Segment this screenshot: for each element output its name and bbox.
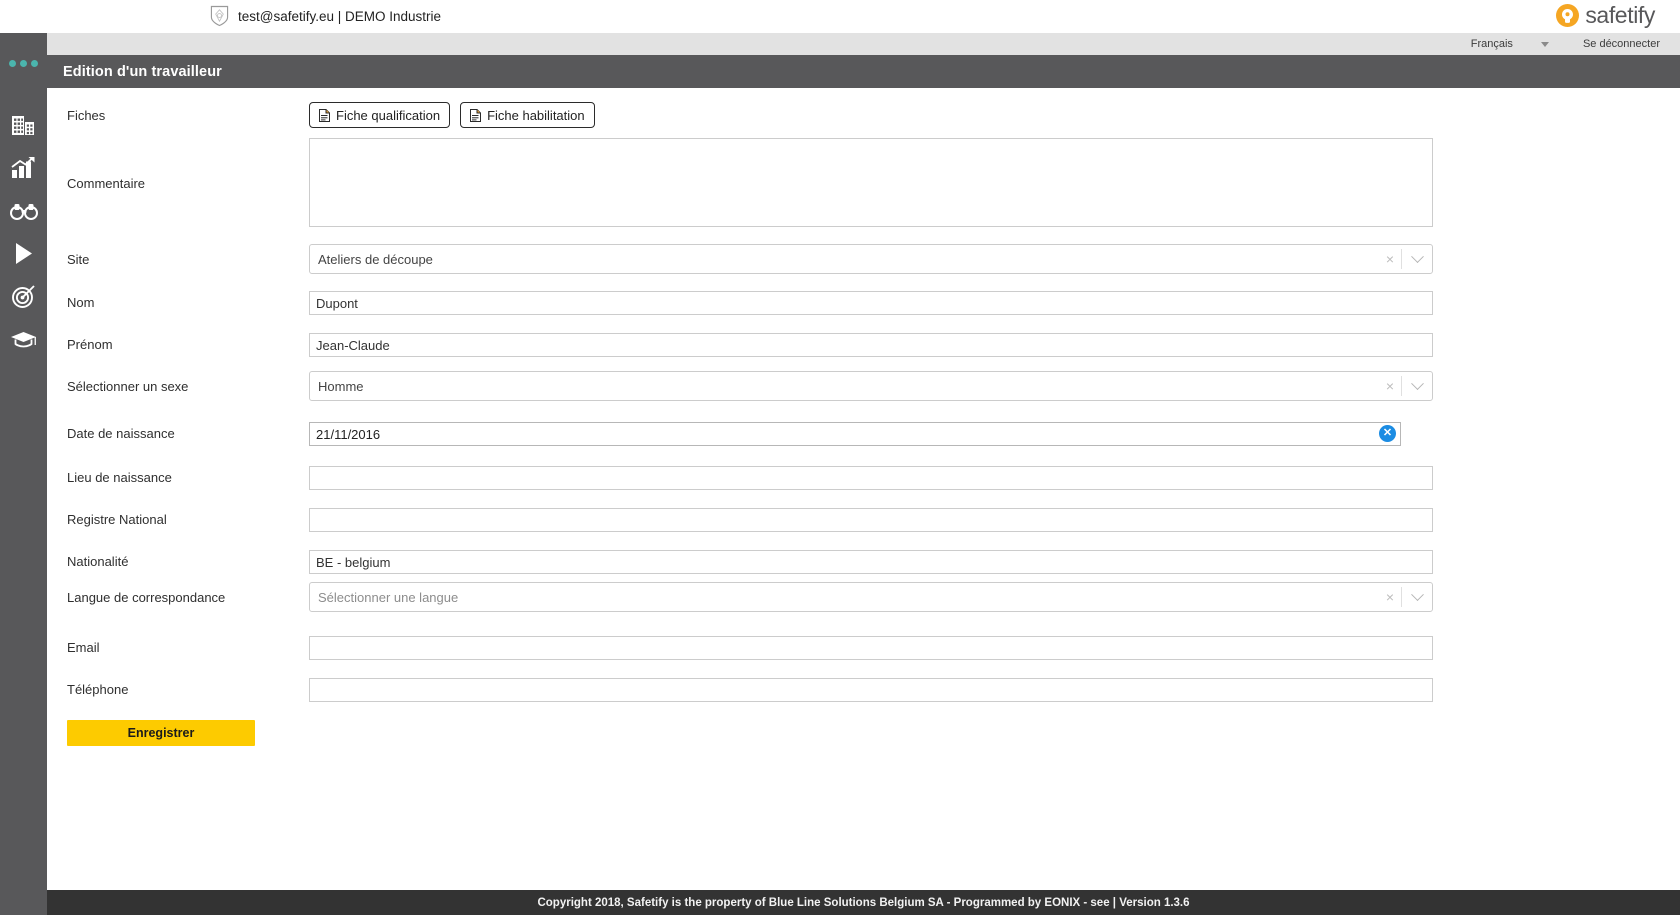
label-registre-national: Registre National <box>67 512 167 527</box>
label-site: Site <box>67 252 90 267</box>
binoculars-icon <box>9 202 38 220</box>
chevron-down-icon[interactable] <box>1402 587 1432 602</box>
bar-chart-up-icon <box>10 156 37 179</box>
label-fiches: Fiches <box>67 108 106 123</box>
sidebar-item-objectives[interactable] <box>0 275 47 318</box>
play-icon <box>14 242 34 265</box>
fiche-habilitation-button[interactable]: Fiche habilitation <box>460 102 595 128</box>
label-email: Email <box>67 640 100 655</box>
label-lieu-naissance: Lieu de naissance <box>67 470 172 485</box>
target-icon <box>11 284 36 309</box>
safetify-logo-mark-icon <box>1556 4 1580 27</box>
close-icon[interactable]: × <box>1379 590 1401 604</box>
sexe-select[interactable]: Homme × <box>309 371 1433 401</box>
sidebar-item-buildings[interactable] <box>0 103 47 146</box>
chevron-down-icon[interactable] <box>1402 249 1432 264</box>
registre-national-input[interactable] <box>309 508 1433 532</box>
sidebar-nav <box>0 103 47 361</box>
site-select-value: Ateliers de découpe <box>318 251 433 267</box>
page-header: Edition d'un travailleur <box>47 55 1680 88</box>
footer: Copyright 2018, Safetify is the property… <box>47 890 1680 915</box>
sidebar <box>0 33 47 915</box>
utility-bar: Français Se déconnecter <box>47 33 1680 55</box>
sidebar-item-actions[interactable] <box>0 232 47 275</box>
label-date-naissance: Date de naissance <box>67 426 175 441</box>
label-prenom: Prénom <box>67 337 113 352</box>
language-selector[interactable]: Français <box>1471 38 1563 50</box>
shield-crest-icon <box>210 5 229 27</box>
nationalite-input[interactable] <box>309 550 1433 574</box>
langue-select-value: Sélectionner une langue <box>318 589 459 605</box>
sidebar-item-observation[interactable] <box>0 189 47 232</box>
fiche-qualification-button[interactable]: Fiche qualification <box>309 102 451 128</box>
clear-circle-icon[interactable]: ✕ <box>1379 425 1396 442</box>
close-icon[interactable]: × <box>1379 252 1401 266</box>
safetify-logo: safetify <box>1556 2 1655 29</box>
date-naissance-input[interactable] <box>309 422 1401 446</box>
label-sexe: Sélectionner un sexe <box>67 379 189 394</box>
footer-copyright: Copyright 2018, Safetify is the property… <box>537 896 1190 909</box>
label-nationalite: Nationalité <box>67 554 129 569</box>
label-telephone: Téléphone <box>67 682 129 697</box>
fiche-habilitation-label: Fiche habilitation <box>487 107 585 123</box>
chevron-down-icon <box>1540 41 1549 47</box>
close-icon[interactable]: × <box>1379 379 1401 393</box>
site-select[interactable]: Ateliers de découpe × <box>309 244 1433 274</box>
brand-bar: test@safetify.eu | DEMO Industrie safeti… <box>0 0 1680 33</box>
sidebar-item-training[interactable] <box>0 318 47 361</box>
label-commentaire: Commentaire <box>67 176 146 191</box>
email-input[interactable] <box>309 636 1433 660</box>
telephone-input[interactable] <box>309 678 1433 702</box>
prenom-input[interactable] <box>309 333 1433 357</box>
worker-edit-form: Fiches Fiche qualification Fiche habilit… <box>47 88 1680 830</box>
commentaire-textarea[interactable] <box>309 138 1433 227</box>
lieu-naissance-input[interactable] <box>309 466 1433 490</box>
safetify-logo-text: safetify <box>1585 2 1655 28</box>
sidebar-item-statistics[interactable] <box>0 146 47 189</box>
document-icon <box>470 108 482 122</box>
chevron-down-icon[interactable] <box>1402 376 1432 391</box>
save-button[interactable]: Enregistrer <box>67 720 255 746</box>
account-text: test@safetify.eu | DEMO Industrie <box>238 8 442 24</box>
nom-input[interactable] <box>309 291 1433 315</box>
fiche-qualification-label: Fiche qualification <box>336 107 441 123</box>
langue-select[interactable]: Sélectionner une langue × <box>309 582 1433 612</box>
account-info: test@safetify.eu | DEMO Industrie <box>210 5 441 27</box>
logout-link[interactable]: Se déconnecter <box>1563 38 1660 50</box>
label-langue: Langue de correspondance <box>67 590 226 605</box>
label-nom: Nom <box>67 295 95 310</box>
buildings-icon <box>11 114 36 136</box>
page-title: Edition d'un travailleur <box>63 63 222 80</box>
document-icon <box>319 108 330 122</box>
graduation-cap-icon <box>10 330 37 349</box>
language-label: Français <box>1470 38 1513 50</box>
content-spacer <box>47 830 1680 890</box>
sidebar-menu-dots-icon[interactable] <box>0 60 47 67</box>
sexe-select-value: Homme <box>318 378 364 394</box>
